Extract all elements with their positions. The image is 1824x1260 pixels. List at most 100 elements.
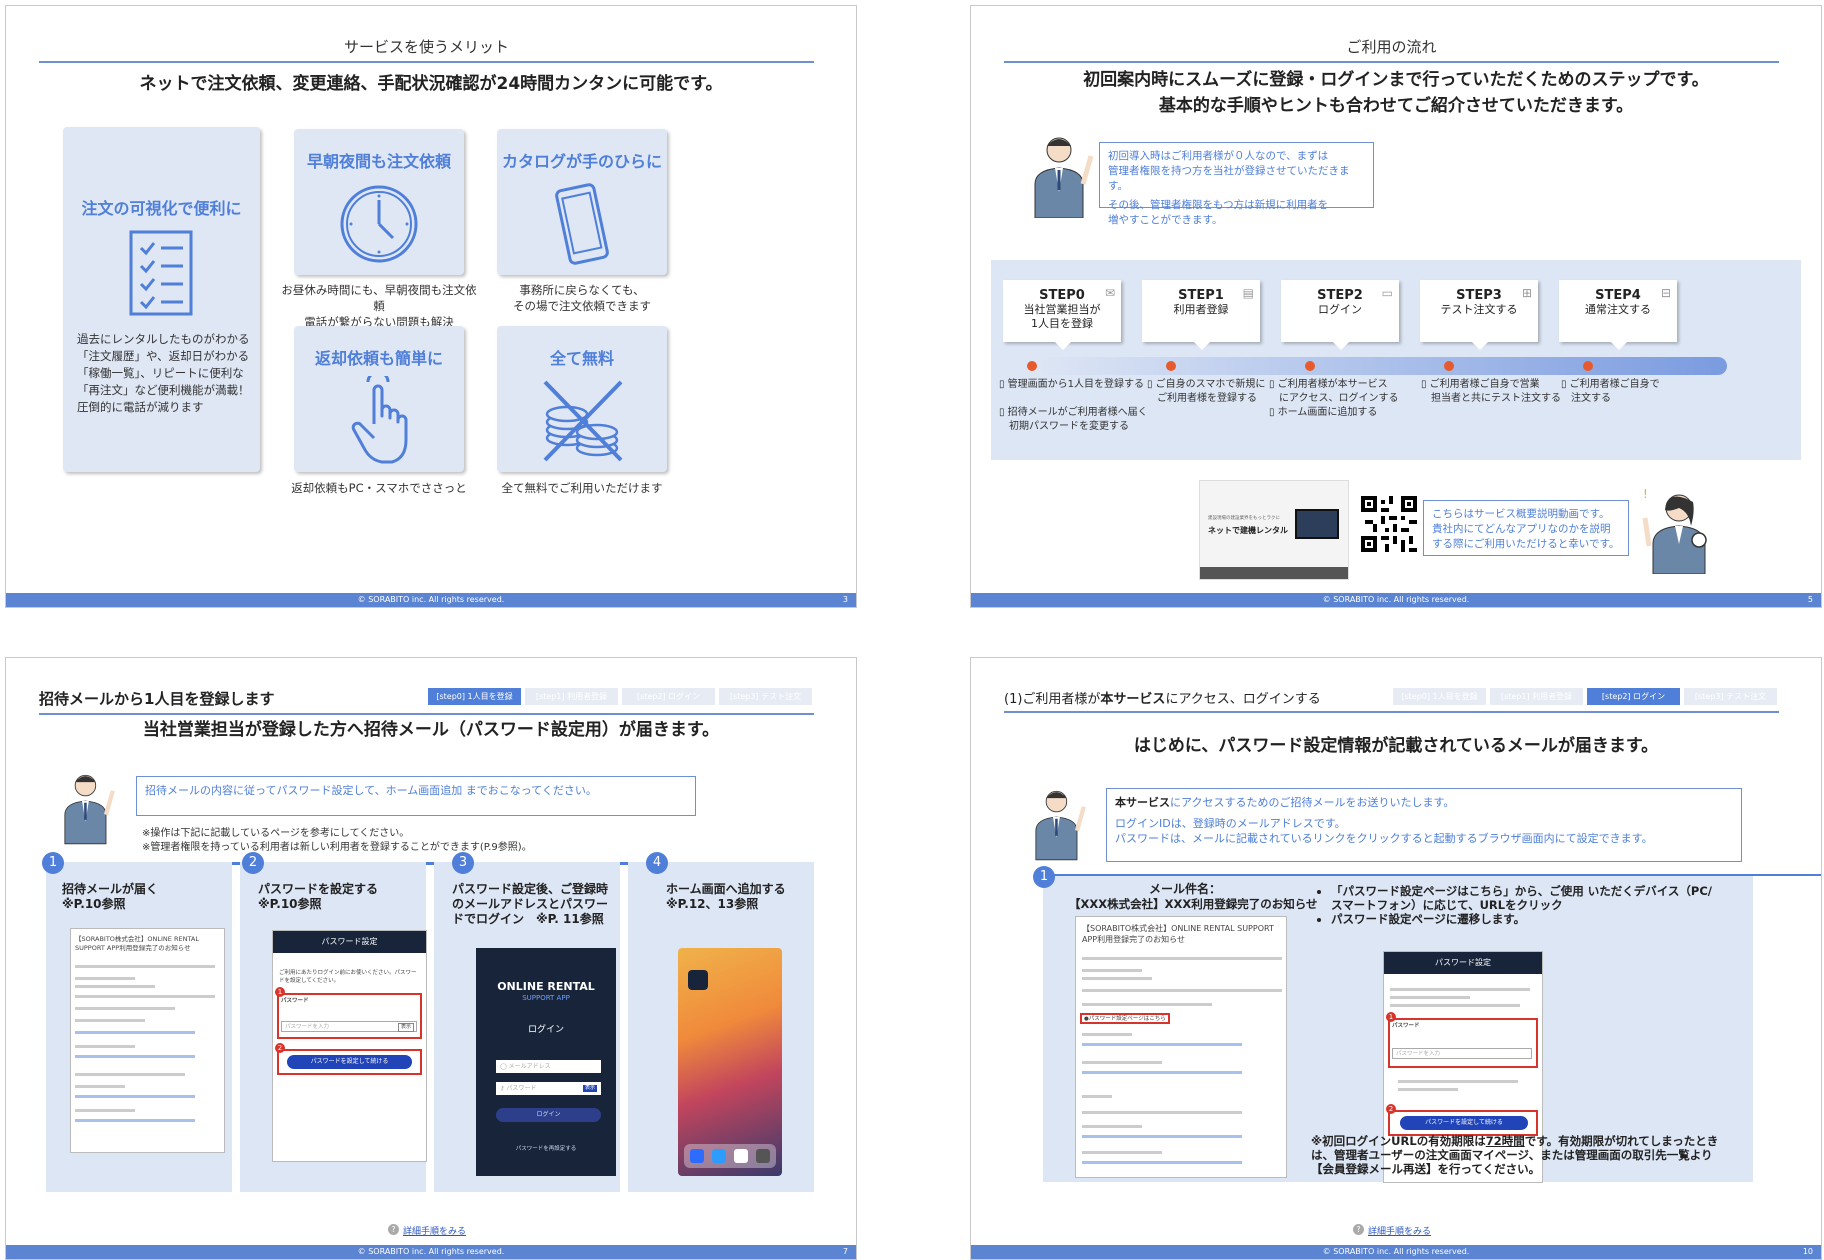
callout-text: 招待メールの内容に従ってパスワード設定して、ホーム画面追加 までおこなってくださ…: [145, 784, 597, 797]
mail-mock: 【SORABITO株式会社】ONLINE RENTAL SUPPORT APP利…: [1075, 916, 1287, 1178]
marker-2: 2: [1386, 1104, 1396, 1114]
tab-step2[interactable]: [step2] ログイン: [1587, 688, 1680, 705]
compass-icon: [712, 1149, 726, 1163]
video-controls[interactable]: [1200, 567, 1348, 579]
title-suffix: にアクセス、ログインする: [1165, 692, 1321, 707]
basket-icon: ⊞: [1521, 286, 1532, 300]
instruction-callout: 招待メールの内容に従ってパスワード設定して、ホーム画面追加 までおこなってくださ…: [136, 776, 696, 816]
detail-steps-link[interactable]: 詳細手順をみる: [1368, 1224, 1431, 1237]
page-number: 7: [842, 1247, 848, 1256]
step-label: 通常注文する: [1585, 303, 1651, 316]
home-screen-mock: [678, 948, 782, 1176]
slide-first-registration: 招待メールから1人目を登録します [step0] 1人目を登録 [step1] …: [5, 657, 857, 1260]
qr-code: [1361, 496, 1417, 552]
email-input[interactable]: ◯ メールアドレス: [496, 1060, 601, 1073]
mock-password-input[interactable]: パスワードを入力: [1392, 1048, 1532, 1059]
slide-lead: はじめに、パスワード設定情報が記載されているメールが届きます。: [1133, 736, 1659, 756]
detail-steps-link[interactable]: 詳細手順をみる: [403, 1224, 466, 1237]
mock-password-input[interactable]: パスワードを入力 表示: [281, 1021, 417, 1032]
slide-title-text: 招待メールから1人目を登録します: [39, 690, 275, 708]
mock-set-password-button[interactable]: パスワードを設定して続ける: [1400, 1116, 1528, 1130]
mock-header: パスワード設定: [273, 931, 426, 953]
timeline-dot: [1166, 361, 1176, 371]
title-bold: 本サービス: [1100, 692, 1166, 707]
show-password-toggle[interactable]: 表示: [582, 1085, 597, 1092]
card-caption: 全て無料でご利用いただけます: [501, 481, 663, 495]
callout-line-1: 本サービスにアクセスするためのご招待メールをお送りいたします。: [1115, 795, 1733, 810]
help-icon: ?: [388, 1224, 399, 1235]
reset-password-link[interactable]: パスワードを再設定する: [476, 1144, 616, 1152]
crossed-coins-icon: [537, 376, 629, 466]
card-early-night-order: 早朝夜間も注文依頼: [294, 129, 464, 275]
callout-text-1: 初回導入時はご利用者様が０人なので、まずは 管理者権限を持つ方を当社が登録させて…: [1108, 150, 1350, 192]
card-body: 過去にレンタルしたものがわかる 「注文履歴」や、返却日がわかる 「稼働一覧」、リ…: [77, 332, 250, 414]
marker-1: 1: [275, 987, 285, 997]
slide-title: サービスを使うメリット: [39, 36, 814, 63]
slide-merits: サービスを使うメリット ネットで注文依頼、変更連絡、手配状況確認が24時間カンタ…: [5, 5, 857, 608]
mock-set-password-button[interactable]: パスワードを設定して続ける: [287, 1055, 412, 1069]
expiry-note: ※初回ログインURLの有効期限は72時間です。有効期限が切れてしまったときは、管…: [1311, 1134, 1721, 1176]
bullet-1: 「パスワード設定ページはこちら」から、ご使用 いただくデバイス（PC/ スマート…: [1331, 884, 1717, 912]
page-number: 3: [842, 595, 848, 604]
callout-line-1-text: にアクセスするためのご招待メールをお送りいたします。: [1170, 796, 1455, 809]
slide-footer: © SORABITO inc. All rights reserved. 3: [6, 593, 856, 607]
video-caption: 建設現場の建設業界をもっとラクに: [1208, 516, 1280, 521]
step-name: STEP3: [1456, 288, 1502, 303]
app-shortcut-icon[interactable]: [688, 970, 708, 990]
slide-usage-flow: ご利用の流れ 初回案内時にスムーズに登録・ログインまで行っていただくためのステッ…: [970, 5, 1822, 608]
mail-password-link[interactable]: ●パスワード設定ページはこちら: [1084, 1015, 1166, 1023]
step-label: ログイン: [1318, 303, 1362, 316]
video-thumbnail[interactable]: 建設現場の建設業界をもっとラクに ネットで建機レンタル: [1199, 480, 1349, 580]
callout-text-2: その後、管理者権限をもつ方は新規に利用者を 増やすことができます。: [1108, 199, 1329, 226]
mock-password-placeholder: パスワードを入力: [285, 1024, 330, 1030]
tab-step3[interactable]: [step3] テスト注文: [719, 688, 812, 705]
dock: [684, 1144, 776, 1168]
envelope-icon: ✉: [1104, 286, 1115, 300]
step2-box: ▭ STEP2 ログイン: [1281, 280, 1399, 350]
copyright: © SORABITO inc. All rights reserved.: [357, 595, 505, 604]
step-number: 1: [1033, 866, 1055, 888]
step-label: 当社営業担当が 1人目を登録: [1023, 303, 1101, 330]
login-button[interactable]: ログイン: [496, 1108, 601, 1122]
slide-footer: © SORABITO inc. All rights reserved. 10: [971, 1245, 1821, 1259]
tab-step1[interactable]: [step1] 利用者登録: [525, 688, 618, 705]
copyright: © SORABITO inc. All rights reserved.: [1322, 595, 1470, 604]
password-setting-mock: パスワード設定 ご利用にあたりログイン前にお使いください。パスワードを設定してく…: [272, 930, 427, 1162]
step2-desc: ▯ ご利用者様が本サービス にアクセス、ログインする ▯ ホーム画面に追加する: [1269, 379, 1399, 418]
column-title: パスワードを設定する ※P.10参照: [258, 882, 379, 911]
card-easy-return: 返却依頼も簡単に: [294, 326, 464, 472]
user-icon: ◯: [500, 1063, 509, 1070]
clock-icon: [339, 184, 419, 264]
password-placeholder: パスワード: [506, 1085, 537, 1092]
step0-box: ✉ STEP0 当社営業担当が 1人目を登録: [1003, 280, 1121, 350]
note-hours: 72時間: [1485, 1134, 1525, 1148]
help-icon: ?: [1353, 1224, 1364, 1235]
slack-icon: [734, 1149, 748, 1163]
email-placeholder: メールアドレス: [508, 1063, 551, 1070]
tab-step2[interactable]: [step2] ログイン: [622, 688, 715, 705]
slide-footer: © SORABITO inc. All rights reserved. 7: [6, 1245, 856, 1259]
tab-step0[interactable]: [step0] 1人目を登録: [1393, 688, 1486, 705]
step3-box: ⊞ STEP3 テスト注文する: [1420, 280, 1538, 350]
checklist-icon: [129, 230, 193, 316]
step4-desc: ▯ ご利用者様ご自身で 注文する: [1561, 379, 1660, 404]
tab-step3[interactable]: [step3] テスト注文: [1684, 688, 1777, 705]
cart-icon: ⊟: [1660, 286, 1671, 300]
note-prefix: ※初回ログインURLの有効期限は: [1311, 1134, 1486, 1148]
step0-desc: ▯ 管理画面から1人目を登録する ▯ 招待メールがご利用者様へ届く 初期パスワー…: [999, 379, 1148, 432]
step1-desc: ▯ ご自身のスマホで新規に ご利用者様を登録する: [1147, 379, 1266, 404]
tab-step1[interactable]: [step1] 利用者登録: [1490, 688, 1583, 705]
tab-step0[interactable]: [step0] 1人目を登録: [428, 688, 521, 705]
callout-line-3: パスワードは、メールに記載されているリンクをクリックすると起動するブラウザ画面内…: [1115, 832, 1653, 845]
slide-lead-line1: 初回案内時にスムーズに登録・ログインまで行っていただくためのステップです。: [1083, 70, 1709, 90]
page-number: 10: [1802, 1247, 1813, 1256]
card-title: 返却依頼も簡単に: [314, 349, 443, 368]
step-number: 3: [452, 852, 474, 874]
timeline-dot: [1583, 361, 1593, 371]
card-catalog-in-hand: カタログが手のひらに: [497, 129, 667, 275]
camera-icon: [756, 1149, 770, 1163]
instruction-bullets: 「パスワード設定ページはこちら」から、ご使用 いただくデバイス（PC/ スマート…: [1317, 884, 1717, 926]
show-password-toggle[interactable]: 表示: [397, 1023, 414, 1032]
slide-lead: 当社営業担当が登録した方へ招待メール（パスワード設定用）が届きます。: [142, 720, 720, 740]
password-input[interactable]: ⚷ パスワード 表示: [496, 1082, 601, 1095]
